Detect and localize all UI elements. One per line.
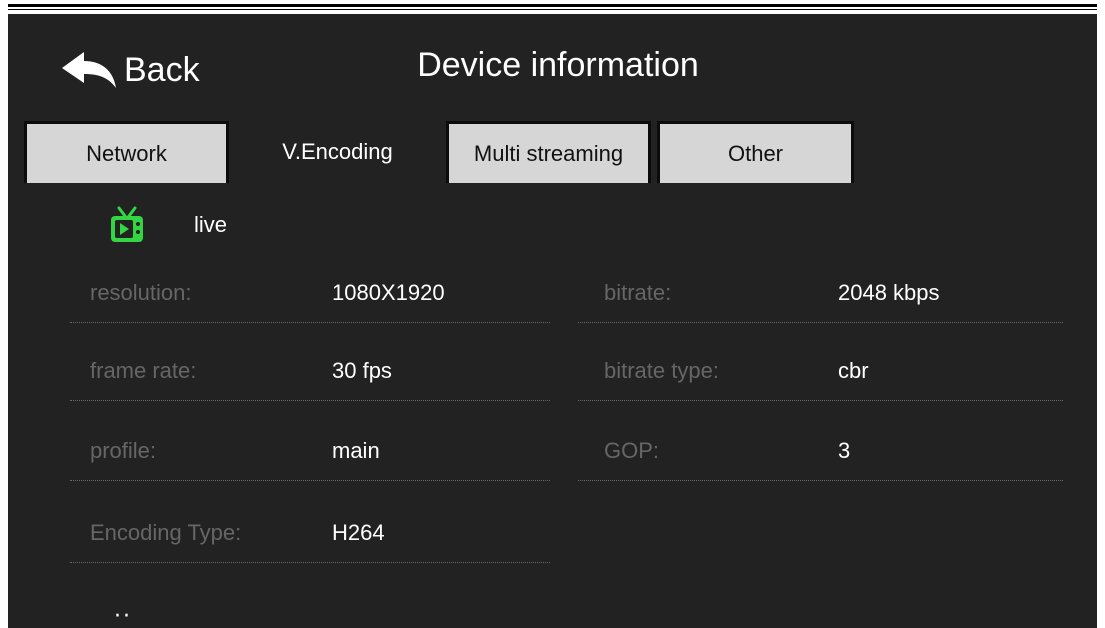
page-title: Device information — [417, 46, 699, 84]
field-value: H264 — [332, 520, 385, 545]
tv-icon — [111, 206, 143, 242]
back-label: Back — [124, 50, 200, 89]
top-border-thin — [8, 9, 1097, 10]
field-label: profile: — [90, 438, 157, 463]
field-value: 30 fps — [332, 358, 392, 383]
field-value: 3 — [838, 438, 851, 463]
field-label: Encoding Type: — [90, 520, 242, 545]
field-value: main — [332, 438, 380, 463]
field-row-gop: GOP: 3 — [578, 420, 1063, 481]
top-border-thick — [8, 4, 1097, 7]
field-label: GOP: — [604, 438, 660, 463]
field-row-profile: profile: main — [70, 420, 550, 481]
field-label: bitrate type: — [604, 358, 719, 383]
field-row-bitrate: bitrate: 2048 kbps — [578, 262, 1063, 323]
field-value: cbr — [838, 358, 869, 383]
tab-other[interactable]: Other — [657, 121, 854, 183]
device-screen: Back Device information Network V.Encodi… — [8, 14, 1097, 628]
field-label: bitrate: — [604, 280, 672, 305]
field-value: 1080X1920 — [332, 280, 445, 305]
field-row-resolution: resolution: 1080X1920 — [70, 262, 550, 323]
back-arrow-icon — [62, 52, 116, 88]
tab-multi-streaming[interactable]: Multi streaming — [446, 121, 651, 183]
field-value: 2048 kbps — [838, 280, 940, 305]
more-indicator: ·· — [114, 604, 132, 628]
back-button[interactable]: Back — [60, 48, 200, 92]
tab-network[interactable]: Network — [24, 121, 229, 183]
field-label: resolution: — [90, 280, 192, 305]
tab-v-encoding[interactable]: V.Encoding — [229, 121, 446, 183]
field-row-encoding-type: Encoding Type: H264 — [70, 502, 550, 563]
field-label: frame rate: — [90, 358, 197, 383]
field-row-bitrate-type: bitrate type: cbr — [578, 340, 1063, 401]
stream-name: live — [194, 212, 228, 237]
field-row-frame-rate: frame rate: 30 fps — [70, 340, 550, 401]
